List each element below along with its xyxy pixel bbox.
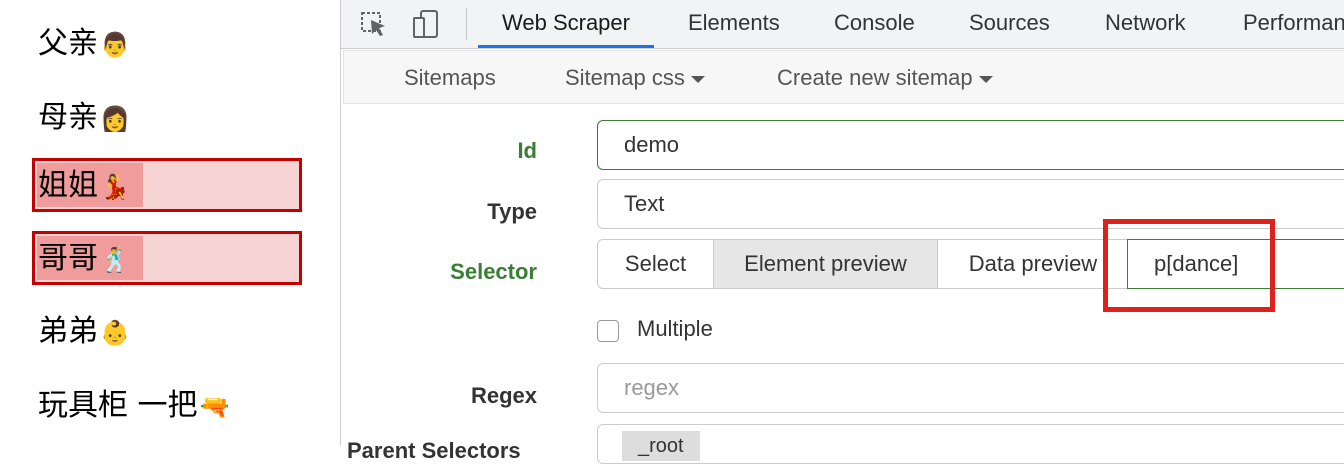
parent-selectors-label: Parent Selectors — [347, 438, 521, 463]
item-text: 玩具柜 一把 — [38, 388, 198, 423]
tab-console[interactable]: Console — [834, 0, 915, 48]
data-preview-button[interactable]: Data preview — [937, 239, 1129, 289]
selector-label: Selector — [450, 259, 537, 284]
type-label: Type — [487, 199, 537, 224]
list-item-brother[interactable]: 哥哥🕺 — [38, 241, 130, 277]
chevron-down-icon — [690, 75, 705, 83]
man-dancing-icon: 🕺 — [100, 246, 130, 274]
tab-network[interactable]: Network — [1105, 0, 1186, 48]
toolbar-separator — [466, 8, 467, 40]
select-button[interactable]: Select — [597, 239, 714, 289]
regex-label: Regex — [470, 383, 537, 408]
multiple-checkbox[interactable] — [597, 320, 619, 342]
list-item-father: 父亲👨 — [38, 26, 130, 62]
list-item-mother: 母亲👩 — [38, 100, 130, 136]
nav-sitemap-css-label: Sitemap css — [565, 65, 685, 90]
item-text: 母亲 — [38, 100, 98, 135]
root-tag[interactable]: _root — [622, 431, 700, 461]
tab-web-scraper[interactable]: Web Scraper — [478, 0, 654, 48]
item-text: 姐姐 — [38, 168, 98, 203]
dancer-icon: 💃 — [100, 173, 130, 201]
id-label: Id — [517, 138, 537, 163]
nav-sitemaps[interactable]: Sitemaps — [404, 51, 496, 105]
list-item-toy-cabinet: 玩具柜 一把🔫 — [38, 388, 229, 424]
element-preview-button[interactable]: Element preview — [713, 239, 938, 289]
parent-selectors-field[interactable]: _root — [597, 424, 1344, 464]
chevron-down-icon — [978, 75, 993, 83]
water-pistol-icon: 🔫 — [199, 393, 230, 421]
inspect-cursor-icon[interactable] — [359, 8, 389, 40]
regex-input[interactable]: regex — [597, 363, 1344, 413]
scraper-subnav: Sitemaps Sitemap css Create new sitemap — [343, 50, 1344, 104]
item-text: 父亲 — [38, 26, 98, 61]
annotation-highlight-box — [1103, 219, 1275, 312]
multiple-label: Multiple — [637, 316, 713, 341]
devtools-tabbar: Web Scraper Elements Console Sources Net… — [341, 0, 1344, 49]
tab-elements[interactable]: Elements — [688, 0, 780, 48]
inspected-page: 父亲👨 母亲👩 姐姐💃 哥哥🕺 弟弟👶 玩具柜 一把🔫 — [0, 0, 340, 446]
baby-icon: 👶 — [100, 319, 130, 347]
tab-performance[interactable]: Performan — [1243, 0, 1344, 48]
item-text: 弟弟 — [38, 314, 98, 349]
nav-create-label: Create new sitemap — [777, 65, 973, 90]
tab-sources[interactable]: Sources — [969, 0, 1050, 48]
man-icon: 👨 — [100, 31, 130, 59]
item-text: 哥哥 — [38, 241, 98, 276]
device-toggle-icon[interactable] — [411, 8, 441, 40]
woman-icon: 👩 — [100, 105, 130, 133]
nav-sitemap-css[interactable]: Sitemap css — [565, 51, 705, 105]
nav-create-new-sitemap[interactable]: Create new sitemap — [777, 51, 993, 105]
devtools-panel: Web Scraper Elements Console Sources Net… — [340, 0, 1344, 464]
list-item-sister[interactable]: 姐姐💃 — [38, 168, 130, 204]
list-item-younger-brother: 弟弟👶 — [38, 314, 130, 350]
id-field[interactable]: demo — [597, 120, 1344, 170]
